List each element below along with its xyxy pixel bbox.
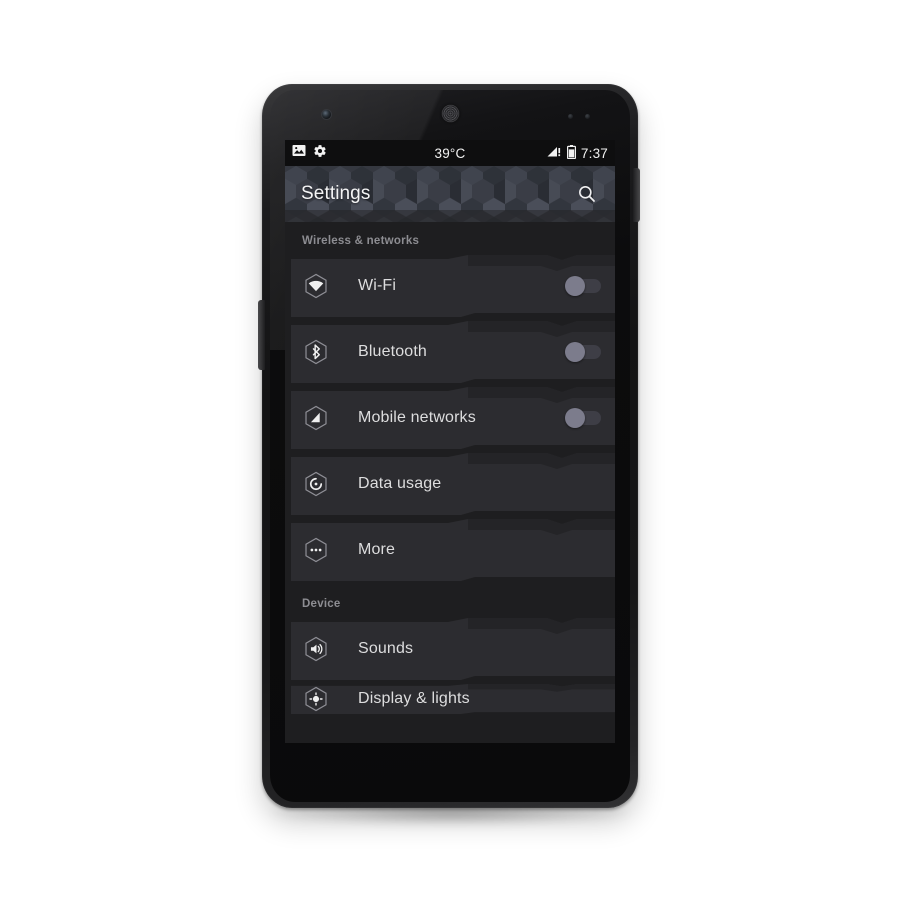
bluetooth-icon [301,337,331,367]
list-item[interactable]: Display & lights [285,684,615,714]
status-bar-right-icons: 7:37 [547,144,608,162]
bluetooth-toggle[interactable] [557,341,601,363]
screenshot-stage: 39°C 7:37 Settings Wireless & networks W… [0,0,900,900]
list-item-label: Wi-Fi [358,277,397,294]
list-item-label: Display & lights [358,690,470,707]
earpiece-speaker-grille [441,104,460,123]
sound-icon [301,634,331,664]
front-camera-icon [322,110,331,119]
list-item-label: Mobile networks [358,409,476,426]
mobile-network-icon [301,403,331,433]
status-bar-clock: 7:37 [580,145,608,161]
proximity-sensor-dot [568,114,573,119]
list-item-label: Data usage [358,475,442,492]
settings-list[interactable]: Wireless & networks Wi-Fi Bluetooth Mobi… [285,222,615,745]
toggle-thumb [565,408,585,428]
list-item-label: More [358,541,396,558]
screen-bottom-edge [285,743,615,745]
list-item[interactable]: Bluetooth [285,321,615,383]
list-item[interactable]: Mobile networks [285,387,615,449]
section-header-device: Device [302,598,341,610]
screenshot-icon [292,144,306,162]
display-icon [301,684,331,714]
list-item-label: Sounds [358,640,414,657]
signal-icon [547,145,562,161]
settings-gear-icon [313,144,327,163]
wifi-toggle[interactable] [557,275,601,297]
search-icon[interactable] [573,180,601,208]
data-usage-icon [301,469,331,499]
toggle-thumb [565,276,585,296]
phone-screen: 39°C 7:37 Settings Wireless & networks W… [285,140,615,745]
action-bar: Settings [285,166,615,222]
volume-rocker-button[interactable] [258,300,265,370]
more-icon [301,535,331,565]
battery-icon [566,144,576,162]
list-item[interactable]: Data usage [285,453,615,515]
power-button[interactable] [633,168,640,222]
page-title: Settings [301,183,371,204]
toggle-thumb [565,342,585,362]
wifi-icon [301,271,331,301]
list-item[interactable]: More [285,519,615,581]
list-item[interactable]: Wi-Fi [285,255,615,317]
section-header-wireless: Wireless & networks [302,235,420,247]
status-bar: 39°C 7:37 [285,140,615,166]
status-bar-left-icons [292,144,327,163]
mobile-network-toggle[interactable] [557,407,601,429]
list-item[interactable]: Sounds [285,618,615,680]
light-sensor-dot [585,114,590,119]
list-item-label: Bluetooth [358,343,427,360]
